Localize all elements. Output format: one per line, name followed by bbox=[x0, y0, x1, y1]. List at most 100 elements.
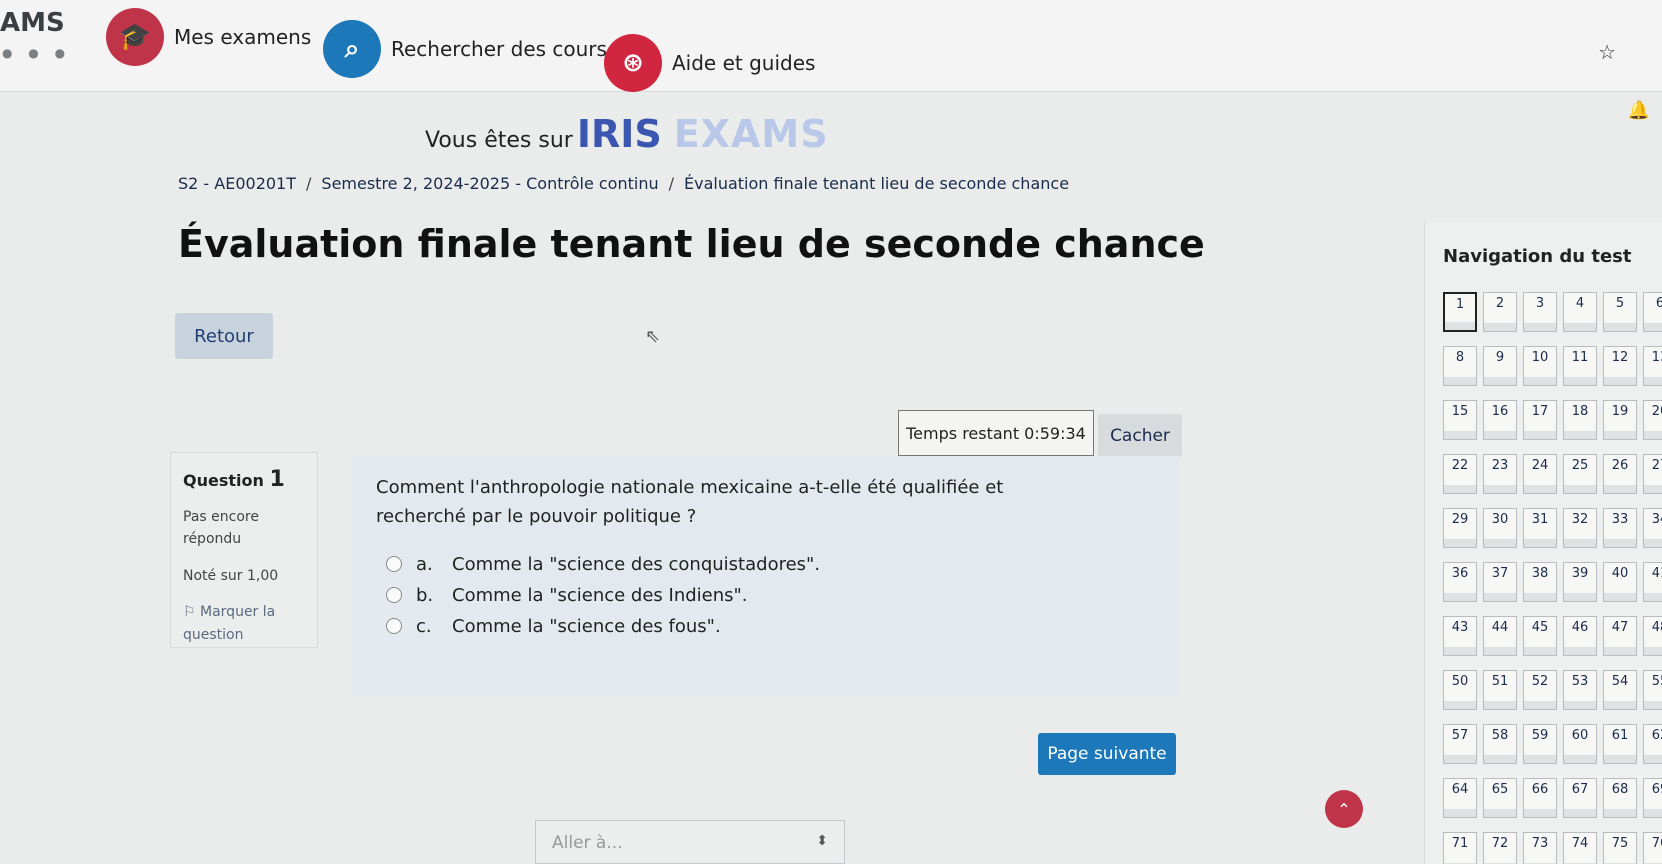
quiz-nav-button[interactable]: 8 bbox=[1443, 346, 1477, 386]
breadcrumb-quiz[interactable]: Évaluation finale tenant lieu de seconde… bbox=[684, 174, 1069, 193]
breadcrumb-separator: / bbox=[668, 174, 674, 193]
window-dots: ● ● ● bbox=[2, 46, 72, 60]
quiz-nav-button[interactable]: 29 bbox=[1443, 508, 1477, 548]
quiz-nav-button[interactable]: 31 bbox=[1523, 508, 1557, 548]
lifebuoy-icon: ⊛ bbox=[604, 34, 662, 92]
back-button[interactable]: Retour bbox=[175, 313, 273, 359]
quiz-nav-button[interactable]: 17 bbox=[1523, 400, 1557, 440]
next-page-button[interactable]: Page suivante bbox=[1038, 733, 1176, 775]
exams-logo: EXAMS bbox=[673, 112, 829, 156]
quiz-nav-button[interactable]: 50 bbox=[1443, 670, 1477, 710]
radio-button[interactable] bbox=[386, 618, 402, 635]
quiz-nav-button[interactable]: 32 bbox=[1563, 508, 1597, 548]
quiz-nav-button[interactable]: 51 bbox=[1483, 670, 1517, 710]
quiz-nav-button[interactable]: 66 bbox=[1523, 778, 1557, 818]
quiz-nav-button[interactable]: 55 bbox=[1643, 670, 1662, 710]
quiz-nav-button[interactable]: 33 bbox=[1603, 508, 1637, 548]
quiz-nav-button[interactable]: 11 bbox=[1563, 346, 1597, 386]
quiz-nav-button[interactable]: 44 bbox=[1483, 616, 1517, 656]
nav-rechercher-cours[interactable]: ⌕ Rechercher des cours bbox=[323, 20, 607, 78]
quiz-nav-button[interactable]: 67 bbox=[1563, 778, 1597, 818]
quiz-nav-button[interactable]: 73 bbox=[1523, 832, 1557, 864]
quiz-nav-button[interactable]: 76 bbox=[1643, 832, 1662, 864]
quiz-nav-button[interactable]: 60 bbox=[1563, 724, 1597, 764]
quiz-nav-button[interactable]: 3 bbox=[1523, 292, 1557, 332]
quiz-nav-button[interactable]: 15 bbox=[1443, 400, 1477, 440]
quiz-nav-button[interactable]: 62 bbox=[1643, 724, 1662, 764]
quiz-nav-button[interactable]: 72 bbox=[1483, 832, 1517, 864]
quiz-nav-button[interactable]: 2 bbox=[1483, 292, 1517, 332]
quiz-nav-button[interactable]: 6 bbox=[1643, 292, 1662, 332]
nav-rechercher-cours-label: Rechercher des cours bbox=[391, 37, 607, 61]
flag-icon: ⚐ bbox=[183, 604, 196, 621]
quiz-nav-button[interactable]: 20 bbox=[1643, 400, 1662, 440]
quiz-nav-button[interactable]: 58 bbox=[1483, 724, 1517, 764]
quiz-nav-button[interactable]: 64 bbox=[1443, 778, 1477, 818]
quiz-nav-button[interactable]: 34 bbox=[1643, 508, 1662, 548]
quiz-nav-button[interactable]: 12 bbox=[1603, 346, 1637, 386]
quiz-nav-button[interactable]: 74 bbox=[1563, 832, 1597, 864]
quiz-nav-title: Navigation du test bbox=[1443, 246, 1632, 267]
quiz-nav-button[interactable]: 27 bbox=[1643, 454, 1662, 494]
radio-button[interactable] bbox=[386, 587, 402, 604]
quiz-nav-button[interactable]: 16 bbox=[1483, 400, 1517, 440]
star-icon[interactable]: ☆ bbox=[1598, 40, 1616, 64]
goto-select[interactable]: Aller à... ⬍ bbox=[535, 820, 845, 864]
hide-timer-button[interactable]: Cacher bbox=[1098, 414, 1182, 458]
quiz-nav-button[interactable]: 39 bbox=[1563, 562, 1597, 602]
quiz-nav-button[interactable]: 68 bbox=[1603, 778, 1637, 818]
radio-button[interactable] bbox=[386, 556, 402, 573]
answer-option-a[interactable]: a. Comme la "science des conquistadores"… bbox=[386, 554, 1156, 575]
scroll-up-icon[interactable]: ⌃ bbox=[1325, 790, 1363, 828]
quiz-nav-button[interactable]: 45 bbox=[1523, 616, 1557, 656]
question-label: Question bbox=[183, 471, 264, 490]
quiz-nav-button[interactable]: 1 bbox=[1443, 292, 1477, 332]
select-arrows-icon: ⬍ bbox=[816, 833, 828, 849]
quiz-nav-button[interactable]: 37 bbox=[1483, 562, 1517, 602]
answer-option-b[interactable]: b. Comme la "science des Indiens". bbox=[386, 585, 1156, 606]
quiz-nav-button[interactable]: 5 bbox=[1603, 292, 1637, 332]
quiz-nav-button[interactable]: 13 bbox=[1643, 346, 1662, 386]
quiz-nav-button[interactable]: 10 bbox=[1523, 346, 1557, 386]
quiz-nav-button[interactable]: 22 bbox=[1443, 454, 1477, 494]
quiz-nav-button[interactable]: 40 bbox=[1603, 562, 1637, 602]
quiz-nav-button[interactable]: 41 bbox=[1643, 562, 1662, 602]
quiz-nav-button[interactable]: 47 bbox=[1603, 616, 1637, 656]
quiz-nav-button[interactable]: 52 bbox=[1523, 670, 1557, 710]
quiz-nav-button[interactable]: 23 bbox=[1483, 454, 1517, 494]
quiz-nav-button[interactable]: 57 bbox=[1443, 724, 1477, 764]
quiz-nav-button[interactable]: 26 bbox=[1603, 454, 1637, 494]
breadcrumb-course[interactable]: S2 - AE00201T bbox=[178, 174, 296, 193]
quiz-nav-button[interactable]: 9 bbox=[1483, 346, 1517, 386]
quiz-nav-button[interactable]: 69 bbox=[1643, 778, 1662, 818]
goto-placeholder: Aller à... bbox=[552, 833, 623, 853]
answer-option-c[interactable]: c. Comme la "science des fous". bbox=[386, 616, 1156, 637]
quiz-nav-button[interactable]: 59 bbox=[1523, 724, 1557, 764]
question-text: Comment l'anthropologie nationale mexica… bbox=[376, 477, 1004, 527]
quiz-nav-button[interactable]: 38 bbox=[1523, 562, 1557, 602]
nav-mes-examens[interactable]: 🎓 Mes examens bbox=[106, 8, 311, 66]
quiz-nav-button[interactable]: 18 bbox=[1563, 400, 1597, 440]
quiz-nav-button[interactable]: 4 bbox=[1563, 292, 1597, 332]
quiz-nav-button[interactable]: 19 bbox=[1603, 400, 1637, 440]
quiz-nav-button[interactable]: 61 bbox=[1603, 724, 1637, 764]
nav-aide-guides[interactable]: ⊛ Aide et guides bbox=[604, 34, 815, 92]
quiz-nav-button[interactable]: 54 bbox=[1603, 670, 1637, 710]
quiz-nav-button[interactable]: 65 bbox=[1483, 778, 1517, 818]
question-status: Pas encore répondu bbox=[183, 509, 259, 548]
quiz-nav-button[interactable]: 25 bbox=[1563, 454, 1597, 494]
mouse-cursor-icon: ⇖ bbox=[645, 326, 661, 347]
welcome-banner: Vous êtes sur IRIS EXAMS bbox=[425, 112, 829, 156]
quiz-nav-button[interactable]: 75 bbox=[1603, 832, 1637, 864]
quiz-nav-button[interactable]: 46 bbox=[1563, 616, 1597, 656]
quiz-nav-button[interactable]: 53 bbox=[1563, 670, 1597, 710]
flag-question-link[interactable]: ⚐ Marquer la question bbox=[183, 601, 305, 646]
quiz-nav-button[interactable]: 71 bbox=[1443, 832, 1477, 864]
bell-icon[interactable]: 🔔 bbox=[1628, 100, 1650, 121]
breadcrumb-section[interactable]: Semestre 2, 2024-2025 - Contrôle continu bbox=[321, 174, 658, 193]
quiz-nav-button[interactable]: 24 bbox=[1523, 454, 1557, 494]
quiz-nav-button[interactable]: 48 bbox=[1643, 616, 1662, 656]
quiz-nav-button[interactable]: 43 bbox=[1443, 616, 1477, 656]
quiz-nav-button[interactable]: 30 bbox=[1483, 508, 1517, 548]
quiz-nav-button[interactable]: 36 bbox=[1443, 562, 1477, 602]
